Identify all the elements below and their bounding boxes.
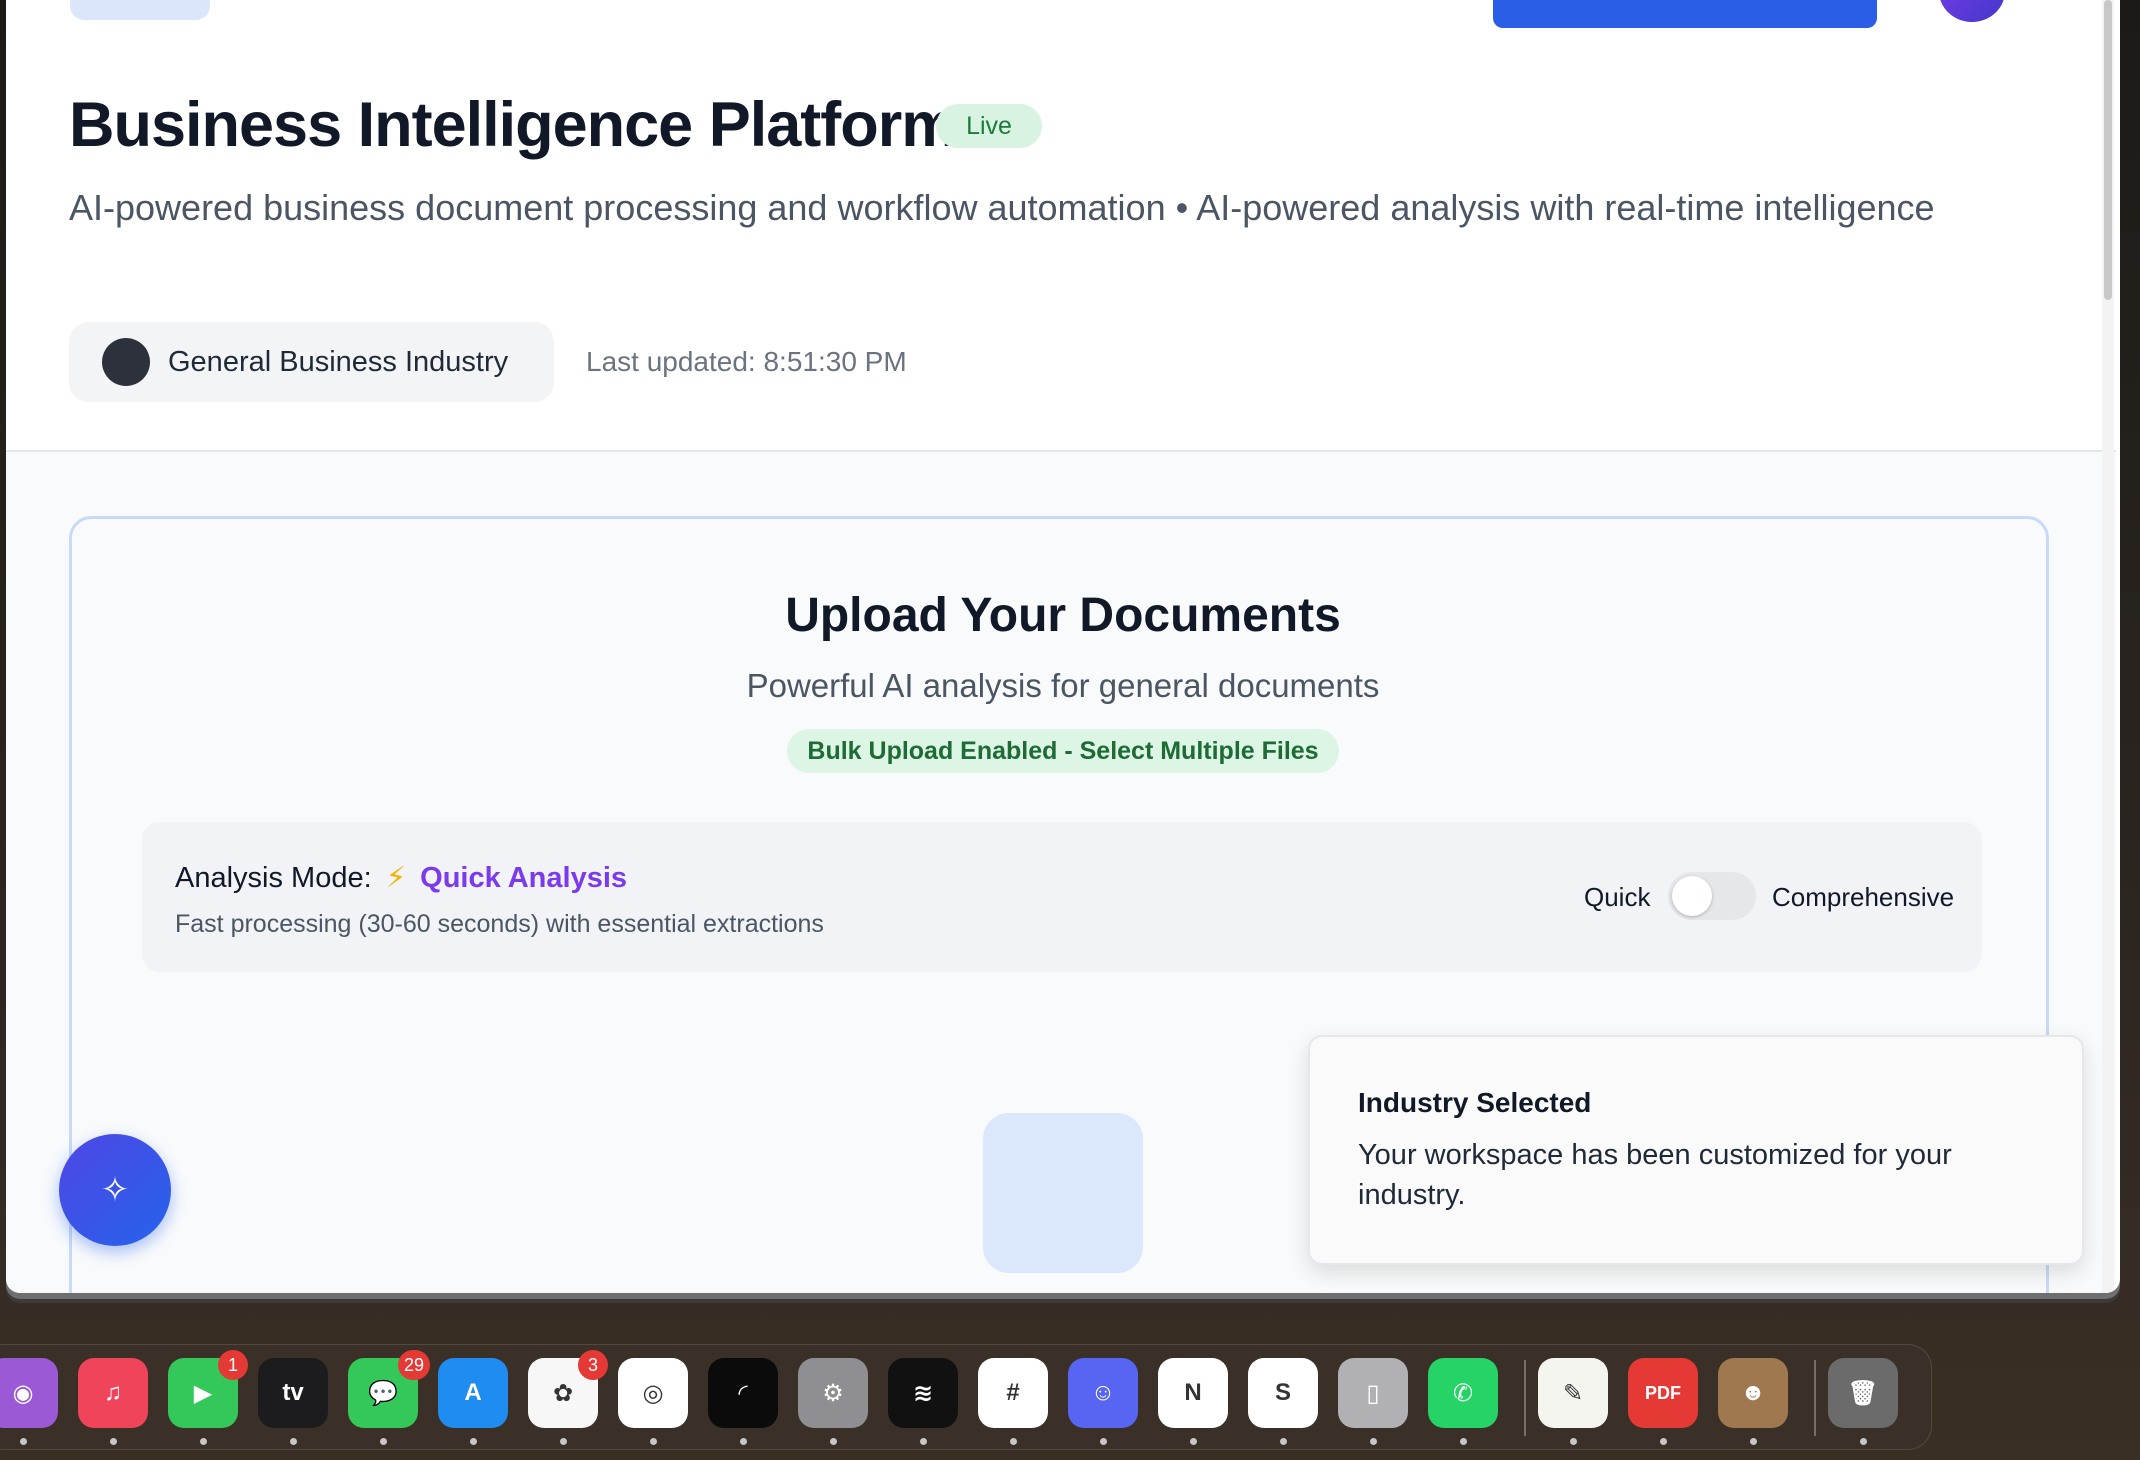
iphone-icon: ▯ (1366, 1379, 1380, 1407)
dock-contacts[interactable]: ☻ (1718, 1358, 1788, 1428)
toggle-label-comprehensive: Comprehensive (1772, 882, 1955, 912)
scrollbar[interactable] (2102, 0, 2114, 1293)
settings-icon: ⚙ (822, 1379, 844, 1407)
industry-selector[interactable]: General Business Industry (69, 322, 554, 402)
whatsapp-icon: ✆ (1452, 1379, 1474, 1407)
spotify-icon: ≋ (912, 1379, 934, 1407)
messages-icon: 💬 (368, 1379, 398, 1407)
primary-cta-button[interactable] (1493, 0, 1877, 28)
dock-spotify[interactable]: ≋ (888, 1358, 958, 1428)
dock-separator (1814, 1360, 1816, 1436)
dock-textedit[interactable]: ✎ (1538, 1358, 1608, 1428)
toast-title: Industry Selected (1358, 1087, 1592, 1118)
toggle-label-quick: Quick (1584, 882, 1651, 912)
analysis-mode-line: Analysis Mode: ⚡ Quick Analysis (175, 860, 627, 895)
chrome-icon: ◎ (642, 1379, 664, 1407)
scrollbar-thumb[interactable] (2104, 0, 2112, 300)
dock-trash[interactable]: 🗑 (1828, 1358, 1898, 1428)
nav-tab-active[interactable] (70, 0, 210, 20)
dock-discord[interactable]: ☺ (1068, 1358, 1138, 1428)
running-indicator (1190, 1438, 1197, 1445)
slack-icon: # (1006, 1379, 1020, 1406)
pdf-icon: PDF (1645, 1382, 1681, 1403)
dock-pdf-editor[interactable]: PDF (1628, 1358, 1698, 1428)
trash-icon: 🗑 (1847, 1379, 1879, 1407)
app-store-icon: A (464, 1379, 482, 1406)
running-indicator (1100, 1438, 1107, 1445)
running-indicator (1570, 1438, 1577, 1445)
dock-app-store[interactable]: A (438, 1358, 508, 1428)
status-badge: Live (936, 104, 1042, 148)
running-indicator (470, 1438, 477, 1445)
running-indicator (1460, 1438, 1467, 1445)
running-indicator (1370, 1438, 1377, 1445)
running-indicator (110, 1438, 117, 1445)
dock-badge: 29 (398, 1350, 431, 1380)
page-title: Business Intelligence Platform (69, 90, 957, 160)
music-icon: ♫ (104, 1379, 122, 1406)
dock-tv[interactable]: tv (258, 1358, 328, 1428)
discord-icon: ☺ (1090, 1379, 1116, 1406)
toast-notification: Industry Selected Your workspace has bee… (1308, 1035, 2084, 1265)
textedit-icon: ✎ (1562, 1379, 1584, 1407)
upload-subtitle: Powerful AI analysis for general documen… (746, 667, 1380, 704)
running-indicator (20, 1438, 27, 1445)
industry-label: General Business Industry (168, 345, 509, 378)
speech-app-icon: ◜ (738, 1379, 748, 1407)
dock-whatsapp[interactable]: ✆ (1428, 1358, 1498, 1428)
facetime-icon: ▶ (193, 1379, 213, 1407)
running-indicator (200, 1438, 207, 1445)
lightning-icon: ⚡ (385, 862, 407, 894)
running-indicator (560, 1438, 567, 1445)
skype-icon: S (1274, 1379, 1291, 1406)
industry-icon (102, 338, 150, 386)
running-indicator (290, 1438, 297, 1445)
analysis-mode-toggle[interactable] (1668, 872, 1756, 920)
sparkles-icon: ✧ (100, 1171, 130, 1209)
podcasts-icon: ◉ (12, 1379, 34, 1407)
last-updated-text: Last updated: 8:51:30 PM (586, 346, 907, 377)
running-indicator (1750, 1438, 1757, 1445)
avatar[interactable] (1939, 0, 2005, 22)
running-indicator (1280, 1438, 1287, 1445)
analysis-mode-label: Analysis Mode: (175, 862, 372, 894)
toast-body: Your workspace has been customized for y… (1358, 1139, 1952, 1211)
dock-slack[interactable]: # (978, 1358, 1048, 1428)
running-indicator (1860, 1438, 1867, 1445)
dock-news[interactable]: N (1158, 1358, 1228, 1428)
dock-badge: 1 (218, 1350, 248, 1380)
analysis-mode-description: Fast processing (30-60 seconds) with ess… (175, 910, 824, 938)
running-indicator (1010, 1438, 1017, 1445)
running-indicator (830, 1438, 837, 1445)
page-subtitle: AI-powered business document processing … (69, 187, 1935, 228)
running-indicator (740, 1438, 747, 1445)
dock-badge: 3 (578, 1350, 608, 1380)
ai-assistant-button[interactable]: ✧ (59, 1134, 171, 1246)
browser-window: Business Intelligence Platform Live AI-p… (6, 0, 2120, 1293)
dock-system-settings[interactable]: ⚙ (798, 1358, 868, 1428)
dock-separator (1524, 1360, 1526, 1436)
bulk-upload-badge: Bulk Upload Enabled - Select Multiple Fi… (787, 729, 1339, 773)
upload-title: Upload Your Documents (785, 589, 1341, 642)
dock-skype[interactable]: S (1248, 1358, 1318, 1428)
running-indicator (650, 1438, 657, 1445)
toggle-knob (1672, 876, 1712, 916)
running-indicator (1660, 1438, 1667, 1445)
news-icon: N (1184, 1379, 1202, 1406)
dock-iphone-mirroring[interactable]: ▯ (1338, 1358, 1408, 1428)
tv-icon: tv (282, 1379, 304, 1406)
running-indicator (920, 1438, 927, 1445)
upload-icon (983, 1113, 1143, 1273)
dock-music[interactable]: ♫ (78, 1358, 148, 1428)
analysis-mode-value: Quick Analysis (420, 862, 628, 894)
contacts-icon: ☻ (1740, 1379, 1766, 1406)
photos-icon: ✿ (552, 1379, 574, 1407)
running-indicator (380, 1438, 387, 1445)
dock-speech-app[interactable]: ◜ (708, 1358, 778, 1428)
dock-podcasts[interactable]: ◉ (0, 1358, 58, 1428)
dock-chrome[interactable]: ◎ (618, 1358, 688, 1428)
